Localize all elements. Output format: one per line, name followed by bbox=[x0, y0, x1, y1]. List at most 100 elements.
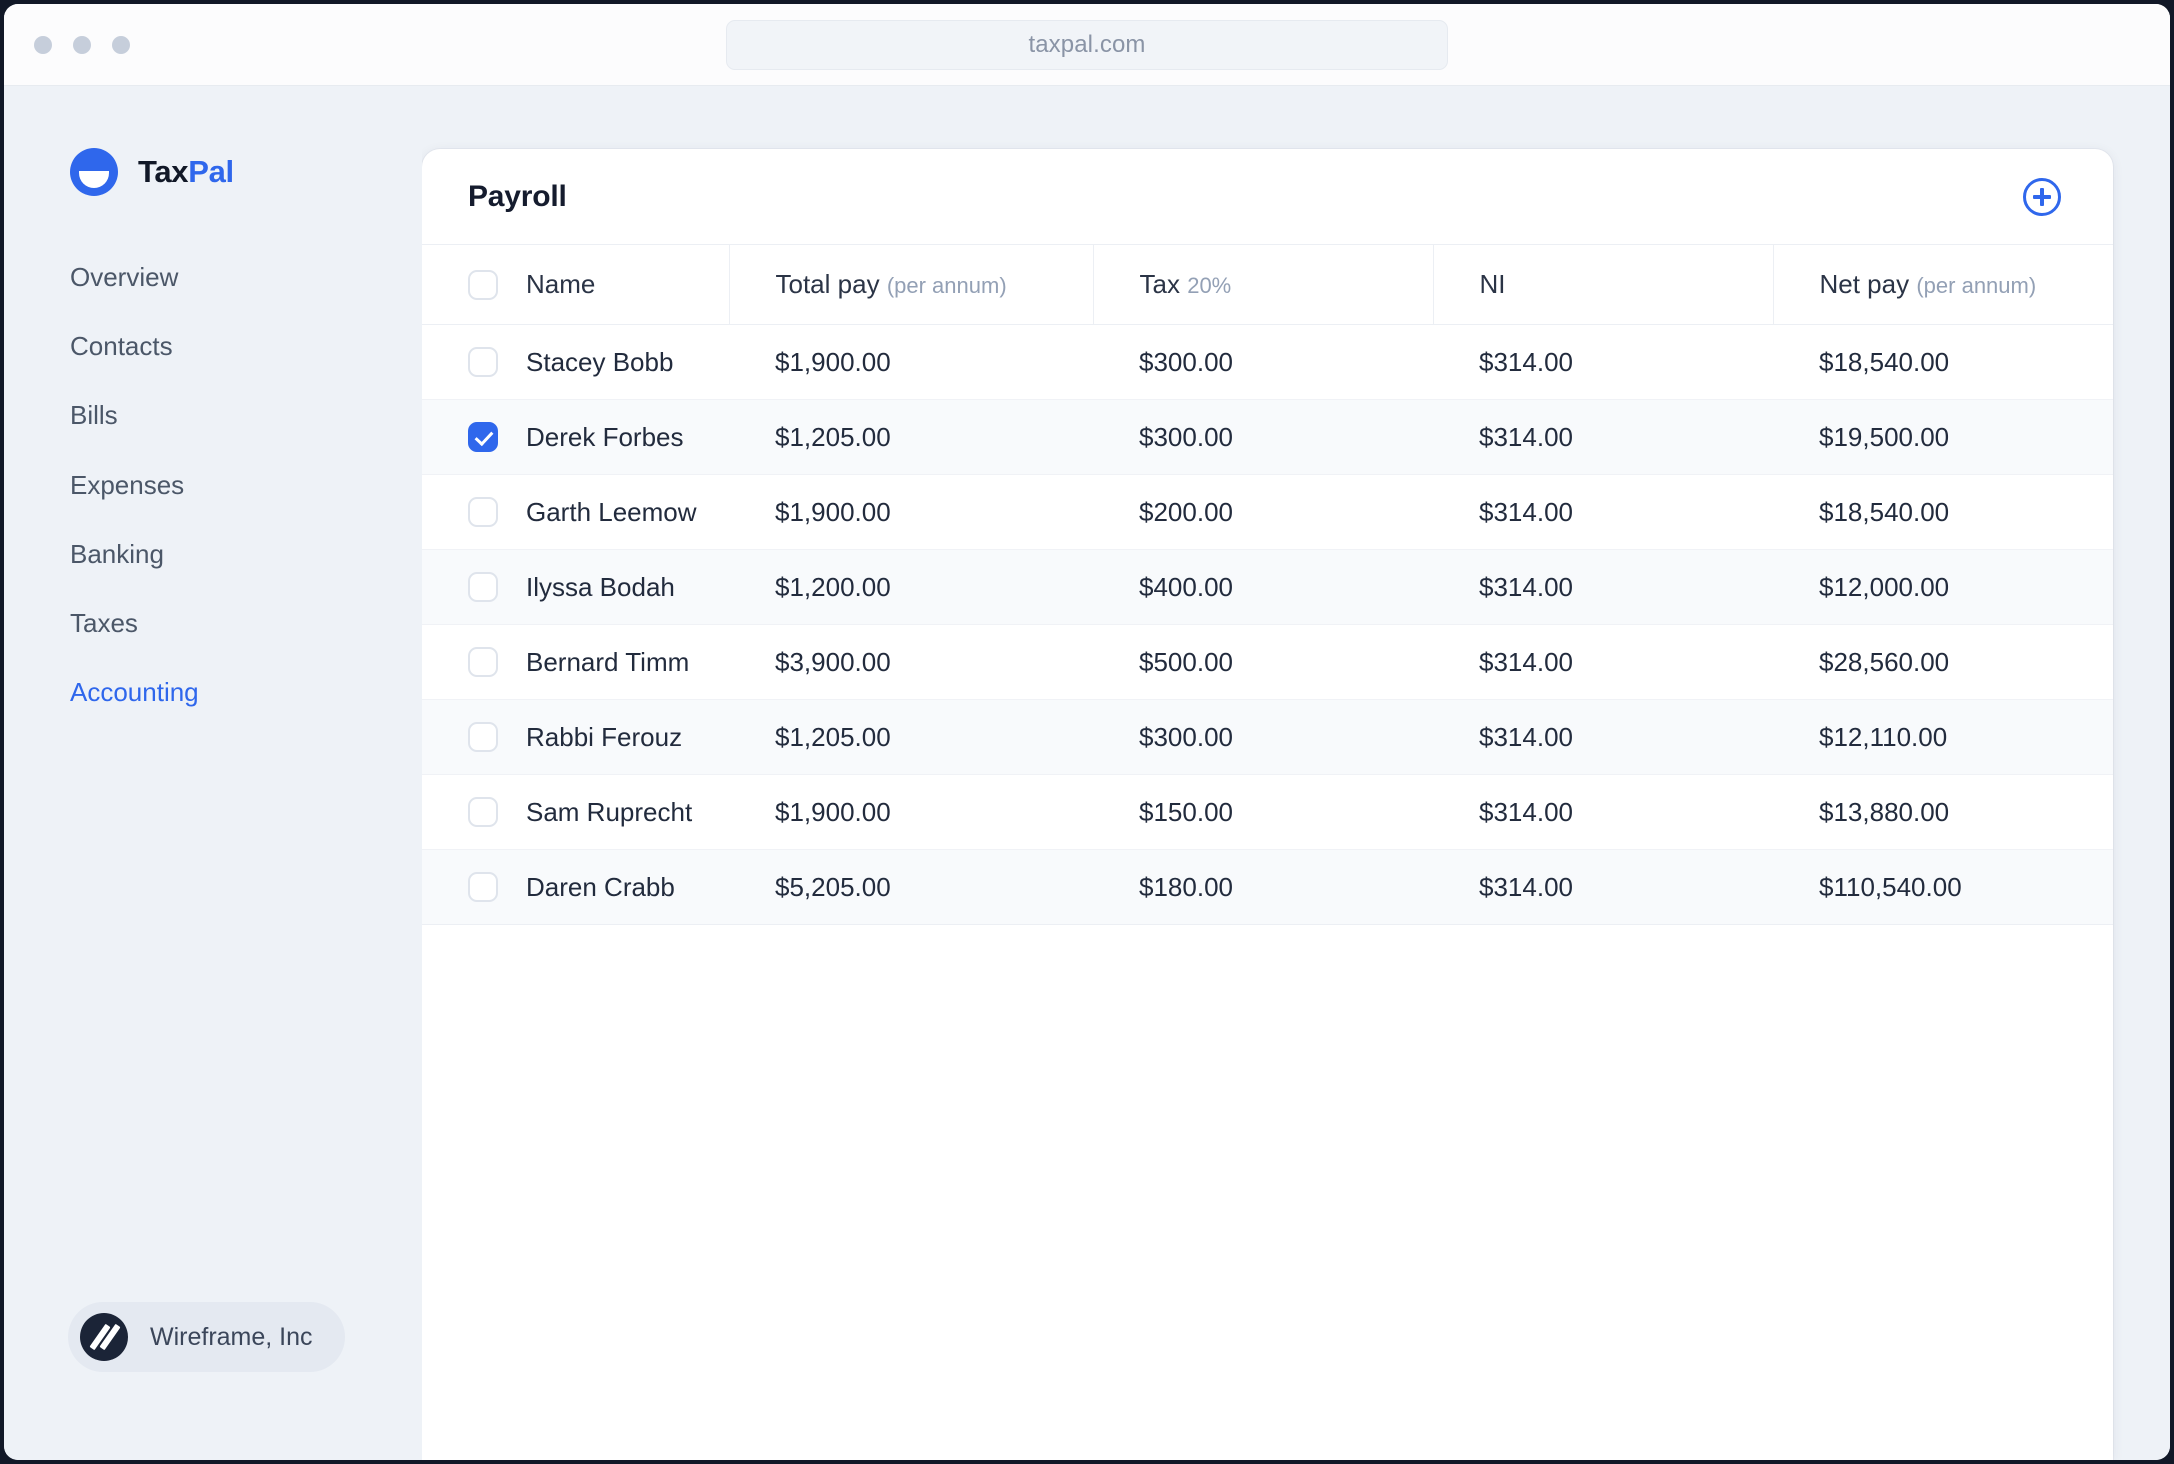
cell-tax: $200.00 bbox=[1093, 474, 1433, 550]
row-select-checkbox[interactable] bbox=[468, 722, 498, 752]
payroll-table-body: Stacey Bobb $1,900.00 $300.00 $314.00 $18,54… bbox=[422, 324, 2113, 925]
cell-name: Derek Forbes bbox=[422, 399, 729, 475]
table-row[interactable]: Ilyssa Bodah $1,200.00 $400.00 $314.00 $12,0… bbox=[422, 549, 2113, 625]
brand-name-part1: Tax bbox=[138, 154, 189, 189]
cell-total-pay: $3,900.00 bbox=[729, 624, 1093, 700]
wireframe-logo-icon bbox=[80, 1313, 128, 1361]
payroll-card-header: Payroll bbox=[422, 149, 2113, 244]
table-row[interactable]: Stacey Bobb $1,900.00 $300.00 $314.00 $18,54… bbox=[422, 324, 2113, 400]
cell-name: Stacey Bobb bbox=[422, 324, 729, 400]
sidebar-item-bills[interactable]: Bills bbox=[70, 388, 118, 443]
cell-ni: $314.00 bbox=[1433, 399, 1773, 475]
cell-total-pay: $1,900.00 bbox=[729, 324, 1093, 400]
browser-chrome: taxpal.com bbox=[4, 4, 2170, 86]
row-select-checkbox[interactable] bbox=[468, 347, 498, 377]
window-maximize-dot[interactable] bbox=[112, 35, 130, 54]
table-row[interactable]: Sam Ruprecht $1,900.00 $150.00 $314.00 $13,8… bbox=[422, 774, 2113, 850]
column-header-tax-sub: 20% bbox=[1187, 273, 1232, 298]
cell-ni: $314.00 bbox=[1433, 774, 1773, 850]
sidebar-item-expenses[interactable]: Expenses bbox=[70, 458, 184, 513]
cell-tax: $180.00 bbox=[1093, 849, 1433, 925]
cell-total-pay: $1,900.00 bbox=[729, 474, 1093, 550]
row-name-label: Daren Crabb bbox=[526, 871, 675, 902]
cell-name: Ilyssa Bodah bbox=[422, 549, 729, 625]
table-row[interactable]: Bernard Timm $3,900.00 $500.00 $314.00 $28,5… bbox=[422, 624, 2113, 700]
column-header-net-pay-label: Net pay bbox=[1819, 269, 1910, 299]
cell-tax: $400.00 bbox=[1093, 549, 1433, 625]
table-row[interactable]: Daren Crabb $5,205.00 $180.00 $314.00 $110,5… bbox=[422, 849, 2113, 925]
payroll-table: Name Total pay (per annum) Tax 20% NI Ne… bbox=[422, 244, 2113, 925]
cell-name: Garth Leemow bbox=[422, 474, 729, 550]
table-row[interactable]: Derek Forbes $1,205.00 $300.00 $314.00 $19,5… bbox=[422, 399, 2113, 475]
cell-net-pay: $19,500.00 bbox=[1773, 399, 2113, 475]
row-name-label: Sam Ruprecht bbox=[526, 796, 693, 827]
cell-ni: $314.00 bbox=[1433, 324, 1773, 400]
cell-tax: $300.00 bbox=[1093, 699, 1433, 775]
cell-total-pay: $1,200.00 bbox=[729, 549, 1093, 625]
window-minimize-dot[interactable] bbox=[73, 35, 91, 54]
cell-tax: $300.00 bbox=[1093, 399, 1433, 475]
sidebar: TaxPal Overview Contacts Bills Expenses … bbox=[4, 86, 422, 1460]
cell-net-pay: $18,540.00 bbox=[1773, 474, 2113, 550]
column-header-total-pay-sub: (per annum) bbox=[886, 273, 1007, 298]
org-name: Wireframe, Inc bbox=[150, 1322, 313, 1351]
cell-ni: $314.00 bbox=[1433, 474, 1773, 550]
org-badge[interactable]: Wireframe, Inc bbox=[68, 1302, 345, 1372]
column-header-total-pay: Total pay (per annum) bbox=[729, 244, 1094, 325]
cell-name: Daren Crabb bbox=[422, 849, 729, 925]
sidebar-item-banking[interactable]: Banking bbox=[70, 527, 164, 582]
row-select-checkbox[interactable] bbox=[468, 497, 498, 527]
window-controls bbox=[34, 35, 130, 54]
row-select-checkbox[interactable] bbox=[468, 647, 498, 677]
plus-circle-icon[interactable] bbox=[2023, 177, 2061, 216]
brand[interactable]: TaxPal bbox=[70, 148, 422, 196]
sidebar-item-accounting[interactable]: Accounting bbox=[70, 665, 199, 720]
column-header-ni-label: NI bbox=[1479, 269, 1506, 299]
cell-ni: $314.00 bbox=[1433, 624, 1773, 700]
brand-name-part2: Pal bbox=[188, 154, 234, 189]
row-select-checkbox[interactable] bbox=[468, 797, 498, 827]
row-name-label: Ilyssa Bodah bbox=[526, 571, 675, 602]
table-row[interactable]: Rabbi Ferouz $1,205.00 $300.00 $314.00 $12,1… bbox=[422, 699, 2113, 775]
cell-ni: $314.00 bbox=[1433, 549, 1773, 625]
cell-net-pay: $12,110.00 bbox=[1773, 699, 2113, 775]
sidebar-item-overview[interactable]: Overview bbox=[70, 250, 178, 305]
row-select-checkbox[interactable] bbox=[468, 572, 498, 602]
payroll-table-head: Name Total pay (per annum) Tax 20% NI Ne… bbox=[422, 244, 2113, 325]
page-title: Payroll bbox=[468, 179, 567, 213]
screen-frame: taxpal.com TaxPal Overview Contacts Bill… bbox=[0, 0, 2174, 1464]
column-header-tax: Tax 20% bbox=[1093, 244, 1434, 325]
table-row[interactable]: Garth Leemow $1,900.00 $200.00 $314.00 $18,5… bbox=[422, 474, 2113, 550]
row-name-label: Garth Leemow bbox=[526, 496, 697, 527]
sidebar-item-taxes[interactable]: Taxes bbox=[70, 596, 138, 651]
column-header-name: Name bbox=[422, 244, 730, 325]
cell-net-pay: $12,000.00 bbox=[1773, 549, 2113, 625]
address-bar-text: taxpal.com bbox=[1028, 30, 1146, 58]
row-name-label: Stacey Bobb bbox=[526, 346, 674, 377]
cell-name: Rabbi Ferouz bbox=[422, 699, 729, 775]
column-header-total-pay-label: Total pay bbox=[775, 269, 880, 299]
brand-name: TaxPal bbox=[138, 154, 234, 190]
cell-total-pay: $1,205.00 bbox=[729, 699, 1093, 775]
cell-name: Bernard Timm bbox=[422, 624, 729, 700]
column-header-tax-label: Tax bbox=[1139, 269, 1180, 299]
address-bar[interactable]: taxpal.com bbox=[726, 19, 1448, 70]
cell-net-pay: $13,880.00 bbox=[1773, 774, 2113, 850]
column-header-ni: NI bbox=[1433, 244, 1774, 325]
column-header-net-pay: Net pay (per annum) bbox=[1773, 244, 2113, 325]
table-header-row: Name Total pay (per annum) Tax 20% NI Ne… bbox=[422, 244, 2113, 325]
taxpal-logo-icon bbox=[70, 148, 118, 196]
select-all-checkbox[interactable] bbox=[468, 269, 498, 300]
row-name-label: Rabbi Ferouz bbox=[526, 721, 683, 752]
row-select-checkbox[interactable] bbox=[468, 872, 498, 902]
cell-tax: $150.00 bbox=[1093, 774, 1433, 850]
cell-total-pay: $1,205.00 bbox=[729, 399, 1093, 475]
browser-window: taxpal.com TaxPal Overview Contacts Bill… bbox=[4, 4, 2170, 1460]
sidebar-item-contacts[interactable]: Contacts bbox=[70, 319, 173, 374]
column-header-name-label: Name bbox=[526, 269, 596, 299]
row-select-checkbox[interactable] bbox=[468, 422, 498, 452]
row-name-label: Derek Forbes bbox=[526, 421, 684, 452]
window-close-dot[interactable] bbox=[34, 35, 52, 54]
sidebar-nav: Overview Contacts Bills Expenses Banking… bbox=[70, 250, 422, 734]
cell-net-pay: $110,540.00 bbox=[1773, 849, 2113, 925]
